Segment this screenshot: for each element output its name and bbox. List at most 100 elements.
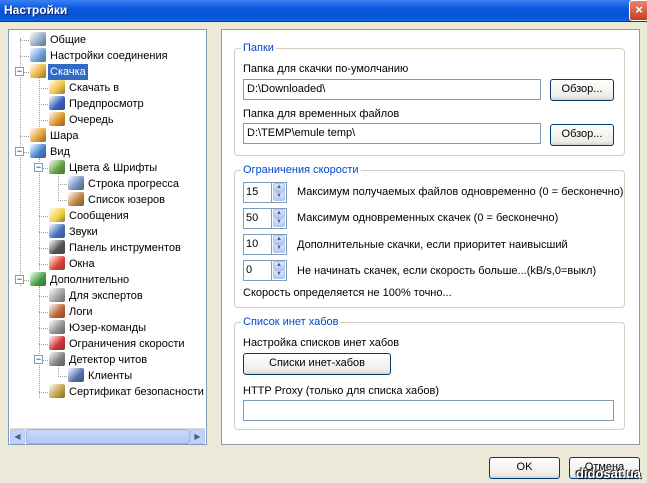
- tree-item-label: Очередь: [69, 114, 114, 127]
- speed-threshold-value[interactable]: 0: [243, 260, 271, 281]
- settings-panel: Папки Папка для скачки по-умолчанию D:\D…: [221, 29, 640, 445]
- tree-guide-line: [39, 120, 48, 121]
- hublist-button[interactable]: Списки инет-хабов: [243, 353, 391, 375]
- tree-item-label: Строка прогресса: [88, 178, 180, 191]
- tree-expander-downloads[interactable]: −: [15, 67, 24, 76]
- scroll-right-arrow[interactable]: ▶: [190, 429, 205, 444]
- tree-item-downloads[interactable]: Скачка: [30, 64, 88, 81]
- tree-expander-colors-fonts[interactable]: −: [34, 163, 43, 172]
- tree-item-advanced[interactable]: Дополнительно: [30, 272, 131, 288]
- tree-item-label: Список юзеров: [88, 194, 166, 207]
- tree-guide-line: [58, 174, 59, 201]
- tree-expander-advanced[interactable]: −: [15, 275, 24, 284]
- tree-item-progress-bar[interactable]: Строка прогресса: [68, 176, 181, 192]
- tree-item-label: Юзер-команды: [69, 322, 147, 335]
- tree-item-windows[interactable]: Окна: [49, 256, 97, 272]
- max-downloads-spinner[interactable]: 50 ▲ ▼: [243, 208, 287, 229]
- tree-item-user-list[interactable]: Список юзеров: [68, 192, 167, 208]
- spin-up-icon[interactable]: ▲: [273, 235, 285, 244]
- spin-down-icon[interactable]: ▼: [273, 192, 285, 201]
- messages-icon: [49, 208, 65, 223]
- horizontal-scrollbar[interactable]: ◀ ▶: [10, 428, 205, 444]
- temp-folder-label: Папка для временных файлов: [243, 108, 400, 120]
- tree-expander-appearance[interactable]: −: [15, 147, 24, 156]
- category-tree[interactable]: ◀ ▶ Общие Настройки соединения − Скачка Скач…: [8, 29, 207, 445]
- spin-down-icon[interactable]: ▼: [273, 270, 285, 279]
- extra-downloads-spinner[interactable]: 10 ▲ ▼: [243, 234, 287, 255]
- tree-item-colors-fonts[interactable]: Цвета & Шрифты: [49, 160, 159, 176]
- tree-item-label: Логи: [69, 306, 93, 319]
- logs-icon: [49, 304, 65, 319]
- tree-item-general[interactable]: Общие: [30, 32, 88, 48]
- tree-item-speed-limits[interactable]: Ограничения скорости: [49, 336, 187, 352]
- max-files-spinner[interactable]: 15 ▲ ▼: [243, 182, 287, 203]
- extra-downloads-updown: ▲ ▼: [271, 234, 287, 255]
- ok-button[interactable]: OK: [489, 457, 560, 479]
- tree-item-queue[interactable]: Очередь: [49, 112, 116, 128]
- tree-guide-line: [20, 136, 29, 137]
- max-downloads-updown: ▲ ▼: [271, 208, 287, 229]
- max-files-value[interactable]: 15: [243, 182, 271, 203]
- speed-limit-icon: [49, 336, 65, 351]
- browse-temp-button[interactable]: Обзор...: [550, 124, 614, 146]
- tree-item-label: Ограничения скорости: [69, 338, 185, 351]
- spin-up-icon[interactable]: ▲: [273, 209, 285, 218]
- general-icon: [30, 32, 46, 47]
- max-downloads-label: Максимум одновременных скачек (0 = беско…: [297, 212, 559, 224]
- user-list-icon: [68, 192, 84, 207]
- tree-guide-line: [39, 328, 48, 329]
- tree-item-label: Предпросмотр: [69, 98, 144, 111]
- toolbar-icon: [49, 240, 65, 255]
- tree-item-user-commands[interactable]: Юзер-команды: [49, 320, 148, 336]
- tree-guide-line: [39, 216, 48, 217]
- tree-guide-line: [58, 200, 67, 201]
- tree-item-connection[interactable]: Настройки соединения: [30, 48, 170, 64]
- tree-item-messages[interactable]: Сообщения: [49, 208, 131, 224]
- tree-item-sounds[interactable]: Звуки: [49, 224, 100, 240]
- temp-folder-input[interactable]: D:\TEMP\emule temp\: [243, 123, 541, 144]
- tree-guide-line: [39, 296, 48, 297]
- clients-icon: [68, 368, 84, 383]
- advanced-icon: [30, 272, 46, 287]
- close-button[interactable]: ×: [629, 0, 647, 21]
- tree-item-logs[interactable]: Логи: [49, 304, 95, 320]
- certificate-icon: [49, 384, 65, 399]
- scroll-left-arrow[interactable]: ◀: [10, 429, 25, 444]
- speed-note: Скорость определяется не 100% точно...: [243, 287, 452, 299]
- max-files-updown: ▲ ▼: [271, 182, 287, 203]
- scroll-thumb[interactable]: [26, 429, 190, 444]
- tree-item-certificate[interactable]: Сертификат безопасности: [49, 384, 206, 400]
- speed-threshold-label: Не начинать скачек, если скорость больше…: [297, 265, 597, 277]
- spin-up-icon[interactable]: ▲: [273, 183, 285, 192]
- tree-guide-line: [39, 392, 48, 393]
- tree-guide-line: [39, 158, 40, 270]
- extra-downloads-value[interactable]: 10: [243, 234, 271, 255]
- spin-down-icon[interactable]: ▼: [273, 244, 285, 253]
- tree-item-appearance[interactable]: Вид: [30, 144, 72, 160]
- tree-item-sharing[interactable]: Шара: [30, 128, 80, 144]
- folder-download-icon: [49, 80, 65, 95]
- spin-up-icon[interactable]: ▲: [273, 261, 285, 270]
- tree-item-label: Шара: [50, 130, 79, 143]
- folders-group-title: Папки: [241, 42, 276, 54]
- spin-down-icon[interactable]: ▼: [273, 218, 285, 227]
- max-downloads-value[interactable]: 50: [243, 208, 271, 229]
- tree-item-clients[interactable]: Клиенты: [68, 368, 134, 384]
- tree-item-cheat-detector[interactable]: Детектор читов: [49, 352, 149, 368]
- default-folder-input[interactable]: D:\Downloaded\: [243, 79, 541, 100]
- browse-default-button[interactable]: Обзор...: [550, 79, 614, 101]
- tree-item-toolbar[interactable]: Панель инструментов: [49, 240, 183, 256]
- tree-item-preview[interactable]: Предпросмотр: [49, 96, 146, 112]
- speed-limits-group-title: Ограничения скорости: [241, 164, 361, 176]
- http-proxy-input[interactable]: [243, 400, 614, 421]
- title-bar: Настройки ×: [0, 0, 647, 22]
- sounds-icon: [49, 224, 65, 239]
- speed-limits-group: Ограничения скорости 15 ▲ ▼ Максимум пол…: [234, 164, 625, 308]
- tree-expander-cheat-detector[interactable]: −: [34, 355, 43, 364]
- tree-guide-line: [39, 264, 48, 265]
- tree-guide-line: [39, 344, 48, 345]
- tree-item-download-to[interactable]: Скачать в: [49, 80, 121, 96]
- tree-item-experts[interactable]: Для экспертов: [49, 288, 145, 304]
- tree-item-label: Звуки: [69, 226, 98, 239]
- speed-threshold-spinner[interactable]: 0 ▲ ▼: [243, 260, 287, 281]
